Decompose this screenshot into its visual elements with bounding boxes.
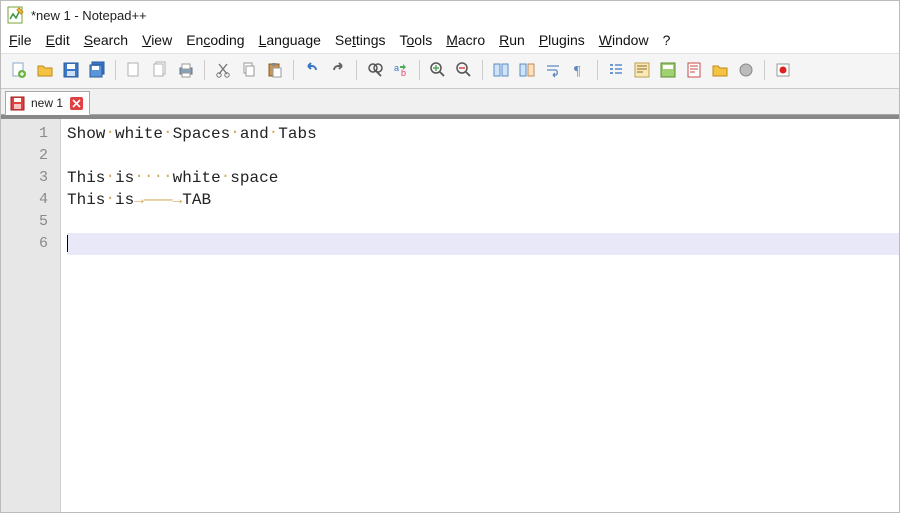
toolbar-separator — [356, 60, 357, 80]
new-file-button[interactable] — [7, 58, 31, 82]
editor-line-current — [67, 233, 899, 255]
copy-button[interactable] — [237, 58, 261, 82]
app-icon — [7, 6, 25, 24]
editor-line: Show·white·Spaces·and·Tabs — [67, 123, 899, 145]
editor-line — [67, 211, 899, 233]
save-button[interactable] — [59, 58, 83, 82]
whitespace-dot-icon: · — [269, 123, 279, 141]
open-file-button[interactable] — [33, 58, 57, 82]
line-number-gutter: 1 2 3 4 5 6 — [1, 119, 61, 512]
whitespace-dot-icon: · — [221, 167, 231, 185]
zoom-in-button[interactable] — [426, 58, 450, 82]
whitespace-dot-icon: · — [105, 167, 115, 185]
toolbar-separator — [204, 60, 205, 80]
editor-body: 1 2 3 4 5 6 Show·white·Spaces·and·Tabs T… — [1, 119, 899, 512]
menubar: File Edit Search View Encoding Language … — [1, 29, 899, 53]
toolbar-separator — [293, 60, 294, 80]
whitespace-dot-icon: · — [105, 123, 115, 141]
wrap-button[interactable] — [541, 58, 565, 82]
save-all-button[interactable] — [85, 58, 109, 82]
whitespace-dot-icon: · — [144, 167, 154, 185]
svg-text:a: a — [394, 63, 399, 73]
doc-list-button[interactable] — [682, 58, 706, 82]
unsaved-disk-icon — [10, 96, 25, 111]
tab-arrow-icon: ———→ — [144, 191, 182, 209]
menu-tools[interactable]: Tools — [400, 32, 433, 48]
toolbar-separator — [597, 60, 598, 80]
window-title: *new 1 - Notepad++ — [31, 8, 147, 23]
menu-file[interactable]: File — [9, 32, 32, 48]
tab-arrow-icon: → — [134, 191, 144, 209]
whitespace-dot-icon: · — [163, 123, 173, 141]
print-button[interactable] — [174, 58, 198, 82]
show-all-chars-button[interactable]: ¶ — [567, 58, 591, 82]
close-all-button[interactable] — [148, 58, 172, 82]
find-button[interactable] — [363, 58, 387, 82]
menu-window[interactable]: Window — [599, 32, 649, 48]
menu-encoding[interactable]: Encoding — [186, 32, 244, 48]
svg-text:¶: ¶ — [574, 64, 581, 79]
tab-label: new 1 — [31, 96, 63, 110]
menu-edit[interactable]: Edit — [46, 32, 70, 48]
folder-view-button[interactable] — [734, 58, 758, 82]
menu-settings[interactable]: Settings — [335, 32, 386, 48]
line-number: 4 — [1, 189, 48, 211]
menu-search[interactable]: Search — [84, 32, 128, 48]
paste-button[interactable] — [263, 58, 287, 82]
editor-line — [67, 145, 899, 167]
menu-run[interactable]: Run — [499, 32, 525, 48]
record-macro-button[interactable] — [771, 58, 795, 82]
whitespace-dot-icon: · — [134, 167, 144, 185]
menu-help[interactable]: ? — [663, 32, 671, 48]
line-number: 6 — [1, 233, 48, 255]
doc-map-button[interactable] — [656, 58, 680, 82]
cut-button[interactable] — [211, 58, 235, 82]
toolbar-separator — [115, 60, 116, 80]
tab-row: new 1 — [1, 89, 899, 115]
whitespace-dot-icon: · — [105, 189, 115, 207]
udl-button[interactable] — [630, 58, 654, 82]
editor: 1 2 3 4 5 6 Show·white·Spaces·and·Tabs T… — [1, 115, 899, 512]
menu-view[interactable]: View — [142, 32, 172, 48]
replace-button[interactable]: ab — [389, 58, 413, 82]
line-number: 2 — [1, 145, 48, 167]
sync-v-button[interactable] — [489, 58, 513, 82]
menu-plugins[interactable]: Plugins — [539, 32, 585, 48]
svg-text:b: b — [401, 68, 406, 78]
toolbar: ab ¶ — [1, 53, 899, 89]
menu-macro[interactable]: Macro — [446, 32, 485, 48]
text-area[interactable]: Show·white·Spaces·and·Tabs This·is····wh… — [61, 119, 899, 512]
whitespace-dot-icon: · — [230, 123, 240, 141]
line-number: 1 — [1, 123, 48, 145]
menu-language[interactable]: Language — [259, 32, 321, 48]
redo-button[interactable] — [326, 58, 350, 82]
toolbar-separator — [764, 60, 765, 80]
editor-line: This·is→———→TAB — [67, 189, 899, 211]
editor-line: This·is····white·space — [67, 167, 899, 189]
sync-h-button[interactable] — [515, 58, 539, 82]
line-number: 5 — [1, 211, 48, 233]
indent-guide-button[interactable] — [604, 58, 628, 82]
toolbar-separator — [419, 60, 420, 80]
close-button[interactable] — [122, 58, 146, 82]
text-cursor — [67, 235, 68, 252]
whitespace-dot-icon: · — [153, 167, 163, 185]
function-list-button[interactable] — [708, 58, 732, 82]
line-number: 3 — [1, 167, 48, 189]
undo-button[interactable] — [300, 58, 324, 82]
toolbar-separator — [482, 60, 483, 80]
tab-close-button[interactable] — [69, 96, 83, 110]
zoom-out-button[interactable] — [452, 58, 476, 82]
whitespace-dot-icon: · — [163, 167, 173, 185]
tab-new-1[interactable]: new 1 — [5, 91, 90, 115]
titlebar: *new 1 - Notepad++ — [1, 1, 899, 29]
